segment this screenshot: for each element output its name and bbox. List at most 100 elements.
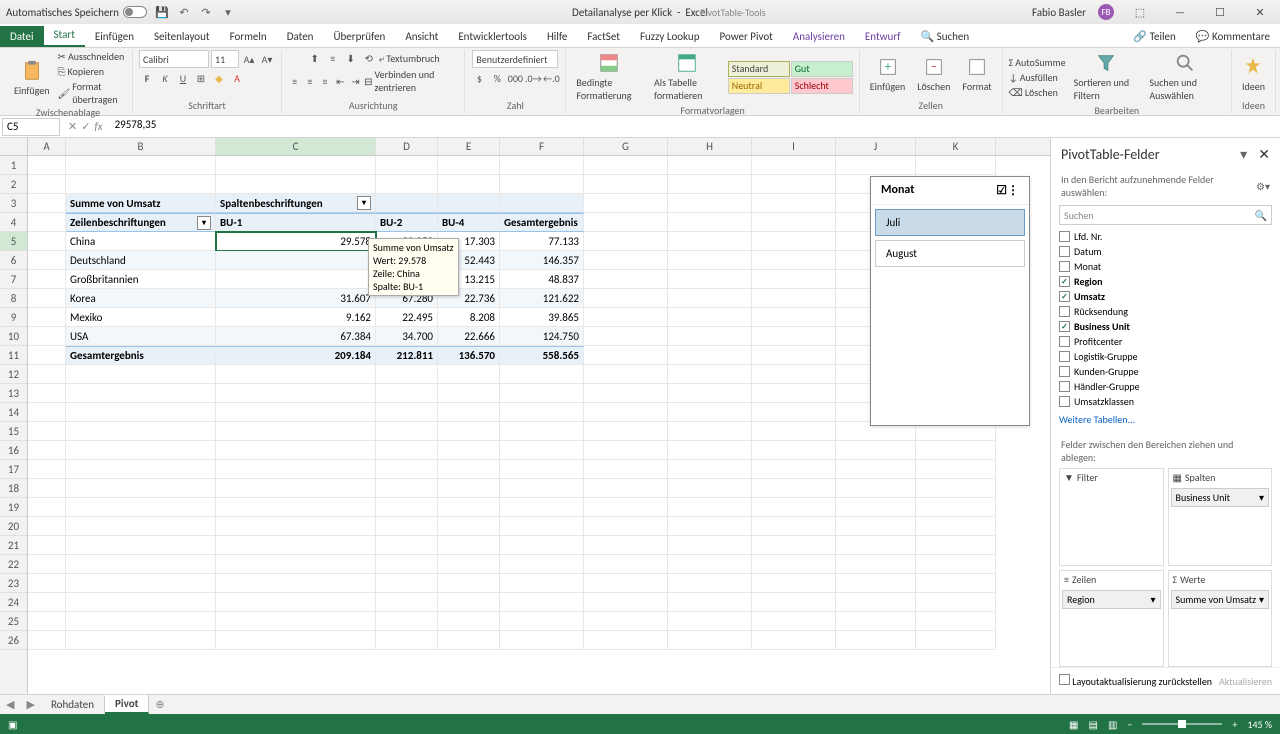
- cell[interactable]: [668, 536, 752, 555]
- row-header[interactable]: 3: [0, 194, 27, 213]
- cell[interactable]: [28, 460, 66, 479]
- cell[interactable]: [752, 498, 836, 517]
- cell[interactable]: 212.811: [376, 346, 438, 365]
- cell[interactable]: [438, 460, 500, 479]
- zoom-out-icon[interactable]: −: [1127, 718, 1132, 731]
- cell[interactable]: [916, 517, 996, 536]
- confirm-formula-icon[interactable]: ✓: [81, 120, 90, 133]
- cell[interactable]: Zeilenbeschriftungen▾: [66, 213, 216, 232]
- cell[interactable]: [668, 593, 752, 612]
- cell[interactable]: [28, 517, 66, 536]
- cell[interactable]: [668, 308, 752, 327]
- cell[interactable]: [438, 384, 500, 403]
- wrap-text-button[interactable]: ⤶ Textumbruch: [379, 52, 440, 65]
- cell[interactable]: [584, 441, 668, 460]
- cell[interactable]: [752, 631, 836, 650]
- align-right-icon[interactable]: ≡: [318, 73, 331, 89]
- decrease-font-icon[interactable]: A▾: [259, 51, 275, 67]
- cell[interactable]: [216, 574, 376, 593]
- more-tables-link[interactable]: Weitere Tabellen...: [1051, 409, 1280, 430]
- fill-button[interactable]: ↓ Ausfüllen: [1009, 71, 1066, 84]
- cell[interactable]: [438, 403, 500, 422]
- sheet-nav-prev-icon[interactable]: ◀: [0, 698, 20, 711]
- worksheet-grid[interactable]: ABCDEFGHIJK 1234567891011121314151617181…: [0, 138, 1050, 694]
- cell[interactable]: [584, 517, 668, 536]
- format-cells-button[interactable]: Format: [958, 54, 995, 95]
- cell[interactable]: [584, 232, 668, 251]
- field-list-field[interactable]: Lfd. Nr.: [1059, 229, 1272, 244]
- tab-data[interactable]: Daten: [277, 26, 324, 47]
- column-header[interactable]: I: [752, 138, 836, 155]
- cell[interactable]: [584, 536, 668, 555]
- close-icon[interactable]: ✕: [1246, 2, 1274, 22]
- cell[interactable]: 22.495: [376, 308, 438, 327]
- cell[interactable]: [376, 479, 438, 498]
- cell[interactable]: [752, 346, 836, 365]
- cell[interactable]: [584, 479, 668, 498]
- update-button[interactable]: Aktualisieren: [1219, 675, 1272, 688]
- column-header[interactable]: A: [28, 138, 66, 155]
- cell[interactable]: [584, 308, 668, 327]
- fill-color-icon[interactable]: ◆: [211, 70, 227, 86]
- column-header[interactable]: E: [438, 138, 500, 155]
- cell[interactable]: [376, 517, 438, 536]
- cell[interactable]: [916, 574, 996, 593]
- cell[interactable]: [668, 574, 752, 593]
- area-field-item[interactable]: Business Unit▾: [1171, 488, 1270, 507]
- redo-icon[interactable]: ↷: [199, 5, 213, 19]
- cell[interactable]: [28, 612, 66, 631]
- cell[interactable]: [438, 536, 500, 555]
- cell[interactable]: [836, 460, 916, 479]
- slicer-monat[interactable]: Monat ☑⋮ Juli August: [870, 176, 1030, 426]
- sheet-tab-pivot[interactable]: Pivot: [105, 695, 149, 714]
- cell[interactable]: [216, 270, 376, 289]
- cell[interactable]: 136.570: [438, 346, 500, 365]
- cell[interactable]: [216, 460, 376, 479]
- format-as-table-button[interactable]: Als Tabelle formatieren: [650, 50, 724, 104]
- cell[interactable]: [216, 593, 376, 612]
- cell[interactable]: [438, 517, 500, 536]
- cell[interactable]: [376, 403, 438, 422]
- cell[interactable]: [584, 289, 668, 308]
- cell[interactable]: [438, 175, 500, 194]
- column-header[interactable]: F: [500, 138, 584, 155]
- cell[interactable]: [500, 612, 584, 631]
- align-center-icon[interactable]: ≡: [303, 73, 316, 89]
- cell[interactable]: [584, 194, 668, 213]
- insert-cells-button[interactable]: +Einfügen: [866, 54, 910, 95]
- row-header[interactable]: 4: [0, 213, 27, 232]
- cell[interactable]: [752, 555, 836, 574]
- cell[interactable]: Gesamtergebnis: [500, 213, 584, 232]
- cell[interactable]: [66, 593, 216, 612]
- cell[interactable]: [438, 441, 500, 460]
- tab-design[interactable]: Entwurf: [855, 26, 911, 47]
- cell[interactable]: [668, 441, 752, 460]
- cell[interactable]: [376, 156, 438, 175]
- cell[interactable]: [668, 365, 752, 384]
- cell[interactable]: [752, 289, 836, 308]
- cell[interactable]: [500, 365, 584, 384]
- tab-developer[interactable]: Entwicklertools: [448, 26, 537, 47]
- cell[interactable]: [216, 384, 376, 403]
- cell[interactable]: [376, 498, 438, 517]
- cell[interactable]: [216, 631, 376, 650]
- cell[interactable]: [66, 365, 216, 384]
- cell[interactable]: Deutschland: [66, 251, 216, 270]
- cell[interactable]: [216, 498, 376, 517]
- cell[interactable]: 22.666: [438, 327, 500, 346]
- tab-view[interactable]: Ansicht: [395, 26, 448, 47]
- cell[interactable]: Korea: [66, 289, 216, 308]
- cell[interactable]: [66, 536, 216, 555]
- inc-decimal-icon[interactable]: .0→: [525, 70, 541, 86]
- cell[interactable]: [376, 631, 438, 650]
- cell[interactable]: [66, 555, 216, 574]
- field-list-close-icon[interactable]: ✕: [1258, 146, 1270, 163]
- row-header[interactable]: 22: [0, 555, 27, 574]
- cell[interactable]: [28, 175, 66, 194]
- field-list-field[interactable]: Rücksendung: [1059, 304, 1272, 319]
- font-color-icon[interactable]: A: [229, 70, 245, 86]
- cell[interactable]: [668, 460, 752, 479]
- cell[interactable]: [66, 517, 216, 536]
- field-list-field[interactable]: Kunden-Gruppe: [1059, 364, 1272, 379]
- cell[interactable]: [752, 574, 836, 593]
